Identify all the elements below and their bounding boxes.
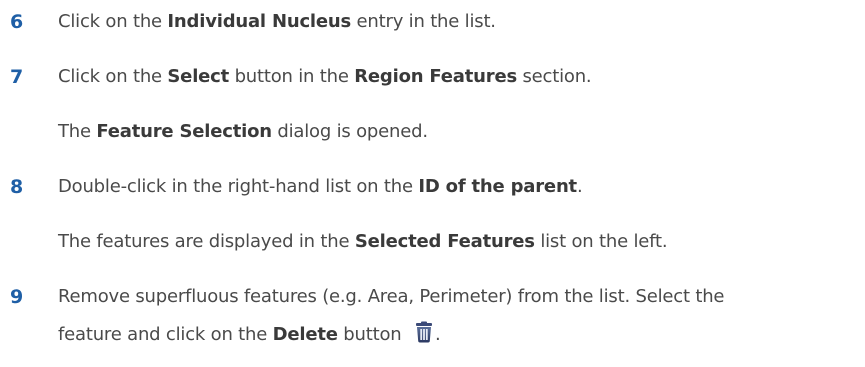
step-text: Remove superfluous features (e.g. Area, … [58, 286, 725, 307]
ui-reference: Selected Features [354, 231, 535, 252]
result-text: The features are displayed in the Select… [58, 231, 668, 252]
step-number: 9 [10, 286, 24, 308]
step-number: 8 [10, 176, 24, 198]
step-text: Click on the Individual Nucleus entry in… [58, 11, 496, 32]
step-number: 7 [10, 66, 24, 88]
ui-reference: Delete [272, 324, 338, 345]
ui-reference: Feature Selection [96, 121, 272, 142]
instruction-document: 6 Click on the Individual Nucleus entry … [0, 0, 865, 367]
ui-reference: Individual Nucleus [167, 11, 352, 32]
ui-reference: Select [167, 66, 230, 87]
ui-reference: Region Features [354, 66, 517, 87]
step-text: Click on the Select button in the Region… [58, 66, 592, 87]
step-text: Double-click in the right-hand list on t… [58, 176, 583, 197]
trash-can-icon [413, 321, 435, 343]
step-text: feature and click on the Delete button . [58, 321, 441, 346]
ui-reference: ID of the parent [418, 176, 577, 197]
result-text: The Feature Selection dialog is opened. [58, 121, 428, 142]
step-number: 6 [10, 11, 24, 33]
